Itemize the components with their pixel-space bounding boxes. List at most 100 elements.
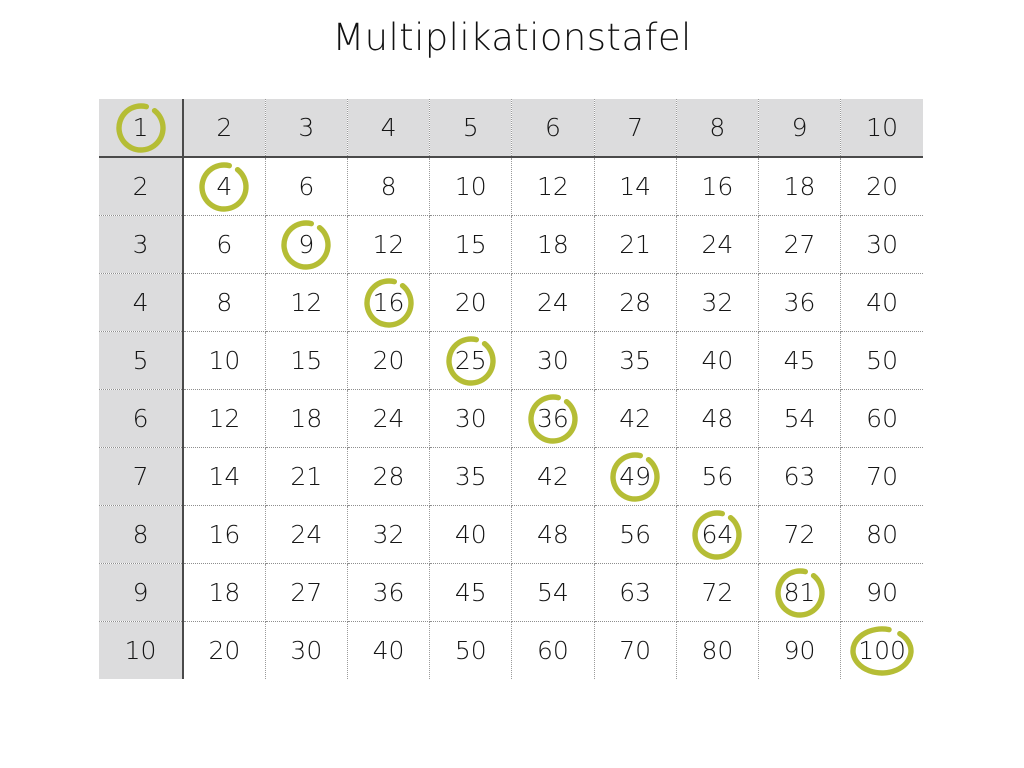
product-cell[interactable]: 14 [594, 157, 677, 216]
product-cell[interactable]: 21 [265, 447, 348, 506]
column-header-6[interactable]: 6 [511, 99, 595, 158]
product-cell[interactable]: 50 [429, 621, 513, 679]
product-cell[interactable]: 100 [840, 621, 923, 679]
column-header-3[interactable]: 3 [265, 99, 348, 158]
row-header-3[interactable]: 3 [99, 215, 185, 274]
product-cell[interactable]: 63 [758, 447, 842, 506]
product-cell[interactable]: 10 [429, 157, 513, 216]
product-cell[interactable]: 70 [840, 447, 923, 506]
product-cell[interactable]: 24 [347, 389, 431, 448]
row-header-8[interactable]: 8 [99, 505, 185, 564]
row-header-5[interactable]: 5 [99, 331, 185, 390]
product-cell[interactable]: 24 [676, 215, 759, 274]
product-cell[interactable]: 35 [429, 447, 513, 506]
product-cell[interactable]: 36 [347, 563, 431, 622]
product-cell[interactable]: 36 [511, 389, 595, 448]
product-cell[interactable]: 48 [676, 389, 759, 448]
product-cell[interactable]: 30 [511, 331, 595, 390]
product-cell[interactable]: 16 [676, 157, 759, 216]
product-cell[interactable]: 60 [840, 389, 923, 448]
product-cell[interactable]: 16 [347, 273, 431, 332]
product-cell[interactable]: 10 [183, 331, 266, 390]
row-header-9[interactable]: 9 [99, 563, 185, 622]
product-cell[interactable]: 16 [183, 505, 266, 564]
product-cell[interactable]: 12 [347, 215, 431, 274]
product-cell[interactable]: 21 [594, 215, 677, 274]
product-cell[interactable]: 20 [183, 621, 266, 679]
row-header-10[interactable]: 10 [99, 621, 185, 679]
product-cell[interactable]: 60 [511, 621, 595, 679]
row-header-2[interactable]: 2 [99, 157, 185, 216]
product-cell[interactable]: 30 [429, 389, 513, 448]
product-cell[interactable]: 35 [594, 331, 677, 390]
product-cell[interactable]: 64 [676, 505, 759, 564]
product-cell[interactable]: 40 [429, 505, 513, 564]
product-cell[interactable]: 20 [429, 273, 513, 332]
column-header-9[interactable]: 9 [758, 99, 842, 158]
product-cell[interactable]: 40 [347, 621, 431, 679]
row-header-6[interactable]: 6 [99, 389, 185, 448]
product-cell[interactable]: 72 [676, 563, 759, 622]
product-cell[interactable]: 9 [265, 215, 348, 274]
product-cell[interactable]: 56 [594, 505, 677, 564]
product-cell[interactable]: 30 [840, 215, 923, 274]
product-cell[interactable]: 6 [265, 157, 348, 216]
product-cell[interactable]: 90 [758, 621, 842, 679]
row-header-7[interactable]: 7 [99, 447, 185, 506]
row-header-4[interactable]: 4 [99, 273, 185, 332]
product-cell[interactable]: 14 [183, 447, 266, 506]
product-cell[interactable]: 8 [347, 157, 431, 216]
product-cell[interactable]: 28 [347, 447, 431, 506]
product-cell[interactable]: 27 [265, 563, 348, 622]
product-cell[interactable]: 30 [265, 621, 348, 679]
product-cell[interactable]: 50 [840, 331, 923, 390]
product-cell[interactable]: 36 [758, 273, 842, 332]
product-cell[interactable]: 45 [758, 331, 842, 390]
product-cell[interactable]: 24 [511, 273, 595, 332]
product-cell[interactable]: 8 [183, 273, 266, 332]
column-header-8[interactable]: 8 [676, 99, 759, 158]
product-cell[interactable]: 18 [265, 389, 348, 448]
product-cell[interactable]: 18 [183, 563, 266, 622]
product-cell[interactable]: 12 [265, 273, 348, 332]
column-header-10[interactable]: 10 [840, 99, 923, 158]
product-cell[interactable]: 80 [676, 621, 759, 679]
product-cell[interactable]: 18 [511, 215, 595, 274]
product-cell[interactable]: 18 [758, 157, 842, 216]
product-cell[interactable]: 49 [594, 447, 677, 506]
product-cell[interactable]: 12 [511, 157, 595, 216]
product-cell[interactable]: 12 [183, 389, 266, 448]
product-cell[interactable]: 54 [511, 563, 595, 622]
column-header-1[interactable]: 1 [99, 99, 185, 158]
product-cell[interactable]: 70 [594, 621, 677, 679]
product-cell[interactable]: 54 [758, 389, 842, 448]
product-cell[interactable]: 48 [511, 505, 595, 564]
product-cell[interactable]: 56 [676, 447, 759, 506]
column-header-5[interactable]: 5 [429, 99, 513, 158]
product-cell[interactable]: 15 [265, 331, 348, 390]
product-cell[interactable]: 27 [758, 215, 842, 274]
product-cell[interactable]: 40 [840, 273, 923, 332]
product-cell[interactable]: 32 [347, 505, 431, 564]
column-header-2[interactable]: 2 [183, 99, 266, 158]
product-cell[interactable]: 90 [840, 563, 923, 622]
product-cell[interactable]: 20 [347, 331, 431, 390]
product-cell[interactable]: 25 [429, 331, 513, 390]
product-cell[interactable]: 81 [758, 563, 842, 622]
product-cell[interactable]: 24 [265, 505, 348, 564]
column-header-4[interactable]: 4 [347, 99, 431, 158]
product-cell[interactable]: 45 [429, 563, 513, 622]
product-cell[interactable]: 20 [840, 157, 923, 216]
product-cell[interactable]: 42 [594, 389, 677, 448]
product-cell[interactable]: 72 [758, 505, 842, 564]
product-cell[interactable]: 40 [676, 331, 759, 390]
product-cell[interactable]: 32 [676, 273, 759, 332]
product-cell[interactable]: 6 [183, 215, 266, 274]
column-header-7[interactable]: 7 [594, 99, 677, 158]
product-cell[interactable]: 4 [183, 157, 266, 216]
product-cell[interactable]: 63 [594, 563, 677, 622]
product-cell[interactable]: 80 [840, 505, 923, 564]
product-cell[interactable]: 28 [594, 273, 677, 332]
product-cell[interactable]: 42 [511, 447, 595, 506]
product-cell[interactable]: 15 [429, 215, 513, 274]
